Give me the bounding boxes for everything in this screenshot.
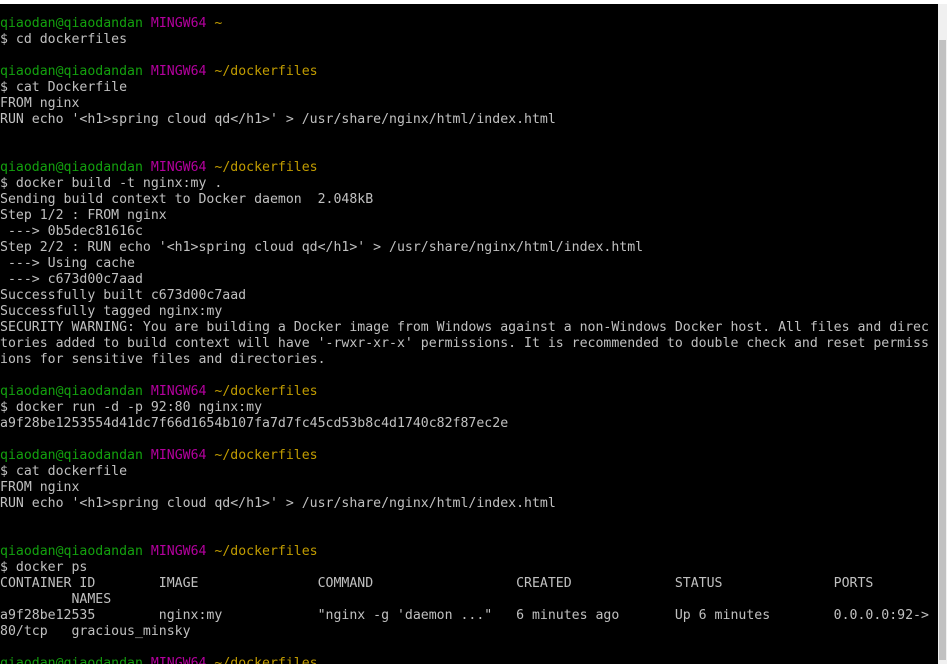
- scrollbar-thumb[interactable]: [939, 40, 946, 660]
- prompt-path: ~/dockerfiles: [214, 448, 318, 463]
- prompt-path: ~: [214, 16, 223, 31]
- output-line: RUN echo '<h1>spring cloud qd</h1>' > /u…: [0, 496, 556, 511]
- prompt-line: qiaodan@qiaodandan MINGW64 ~/dockerfiles: [0, 544, 938, 560]
- prompt-user: qiaodan@qiaodandan: [0, 448, 143, 463]
- output-line: Step 1/2 : FROM nginx: [0, 208, 167, 223]
- output-line: ---> c673d00c7aad: [0, 272, 143, 287]
- output-line: $ cat Dockerfile: [0, 80, 128, 95]
- output-line: $ cd dockerfiles: [0, 32, 128, 47]
- prompt-user: qiaodan@qiaodandan: [0, 544, 143, 559]
- prompt-path: ~/dockerfiles: [214, 64, 318, 79]
- vertical-scrollbar[interactable]: [938, 4, 947, 664]
- output-line: ---> 0b5dec81616c: [0, 224, 143, 239]
- prompt-path: ~/dockerfiles: [214, 160, 318, 175]
- prompt-shell: MINGW64: [150, 160, 207, 175]
- output-line: Sending build context to Docker daemon 2…: [0, 192, 374, 207]
- output-line: SECURITY WARNING: You are building a Doc…: [0, 320, 929, 335]
- prompt-user: qiaodan@qiaodandan: [0, 656, 143, 664]
- output-line: ions for sensitive files and directories…: [0, 352, 326, 367]
- prompt-line: qiaodan@qiaodandan MINGW64 ~/dockerfiles: [0, 160, 938, 176]
- output-line: Step 2/2 : RUN echo '<h1>spring cloud qd…: [0, 240, 644, 255]
- prompt-shell: MINGW64: [150, 448, 207, 463]
- prompt-line: qiaodan@qiaodandan MINGW64 ~: [0, 16, 938, 32]
- terminal-output: qiaodan@qiaodandan MINGW64 ~ $ cd dockerf…: [0, 16, 938, 664]
- prompt-shell: MINGW64: [150, 384, 207, 399]
- prompt-line: qiaodan@qiaodandan MINGW64 ~/dockerfiles: [0, 64, 938, 80]
- output-line: $ cat dockerfile: [0, 464, 128, 479]
- prompt-user: qiaodan@qiaodandan: [0, 384, 143, 399]
- prompt-line: qiaodan@qiaodandan MINGW64 ~/dockerfiles: [0, 656, 938, 664]
- prompt-user: qiaodan@qiaodandan: [0, 16, 143, 31]
- output-line: FROM nginx: [0, 96, 80, 111]
- output-line: RUN echo '<h1>spring cloud qd</h1>' > /u…: [0, 112, 556, 127]
- prompt-line: qiaodan@qiaodandan MINGW64 ~/dockerfiles: [0, 448, 938, 464]
- prompt-line: qiaodan@qiaodandan MINGW64 ~/dockerfiles: [0, 384, 938, 400]
- terminal-window[interactable]: qiaodan@qiaodandan MINGW64 ~ $ cd dockerf…: [0, 4, 938, 664]
- prompt-user: qiaodan@qiaodandan: [0, 160, 143, 175]
- output-line: 80/tcp gracious_minsky: [0, 624, 191, 639]
- output-line: FROM nginx: [0, 480, 80, 495]
- prompt-path: ~/dockerfiles: [214, 656, 318, 664]
- prompt-shell: MINGW64: [150, 656, 207, 664]
- output-line: CONTAINER ID IMAGE COMMAND CREATED STATU…: [0, 576, 874, 591]
- prompt-shell: MINGW64: [150, 64, 207, 79]
- output-line: $ docker build -t nginx:my .: [0, 176, 223, 191]
- prompt-user: qiaodan@qiaodandan: [0, 64, 143, 79]
- prompt-path: ~/dockerfiles: [214, 544, 318, 559]
- prompt-shell: MINGW64: [150, 16, 207, 31]
- output-line: Successfully tagged nginx:my: [0, 304, 223, 319]
- prompt-path: ~/dockerfiles: [214, 384, 318, 399]
- output-line: a9f28be1253554d41dc7f66d1654b107fa7d7fc4…: [0, 416, 509, 431]
- output-line: NAMES: [0, 592, 112, 607]
- prompt-shell: MINGW64: [150, 544, 207, 559]
- output-line: Successfully built c673d00c7aad: [0, 288, 247, 303]
- output-line: $ docker ps: [0, 560, 88, 575]
- output-line: a9f28be12535 nginx:my "nginx -g 'daemon …: [0, 608, 929, 623]
- output-line: ---> Using cache: [0, 256, 135, 271]
- output-line: $ docker run -d -p 92:80 nginx:my: [0, 400, 263, 415]
- output-line: tories added to build context will have …: [0, 336, 929, 351]
- screen: qiaodan@qiaodandan MINGW64 ~ $ cd dockerf…: [0, 0, 947, 664]
